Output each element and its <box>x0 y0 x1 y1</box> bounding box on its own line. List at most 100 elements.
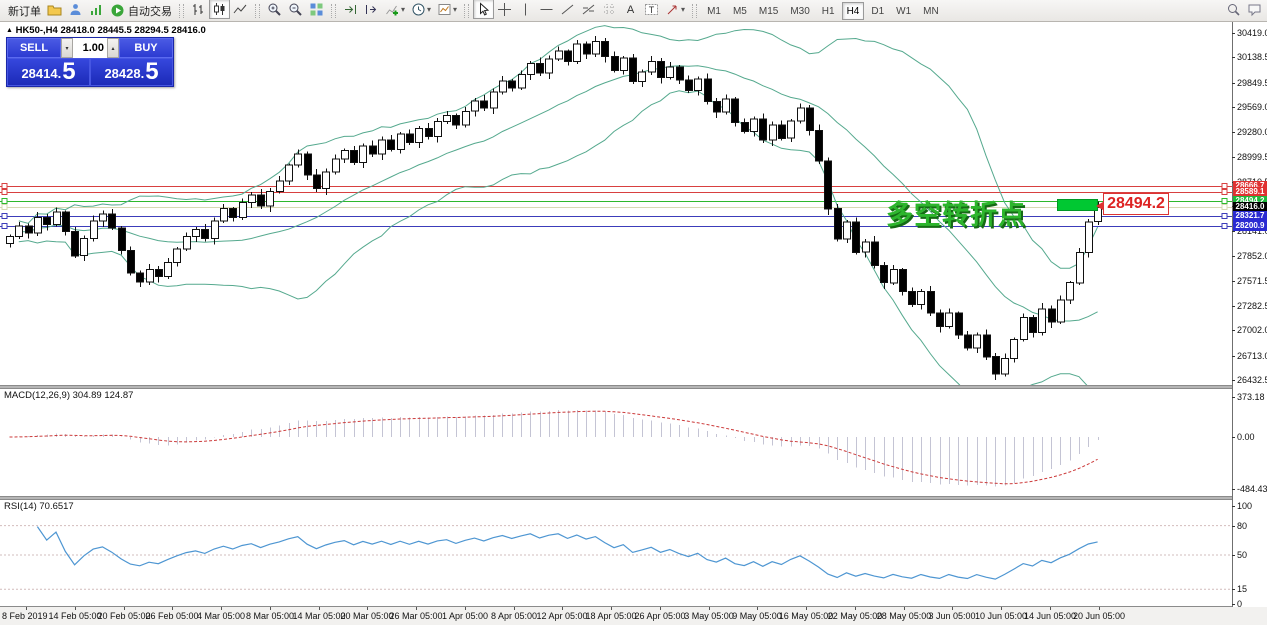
bar-chart-icon[interactable] <box>188 0 209 19</box>
date-tick <box>806 607 807 610</box>
scroll-group <box>340 0 382 22</box>
crosshair-icon[interactable] <box>494 0 515 19</box>
date-tick <box>1050 607 1051 610</box>
volume-decrease-button[interactable]: ▾ <box>61 38 73 58</box>
rsi-tick: 80 <box>1237 521 1247 531</box>
text-icon[interactable]: A <box>620 0 641 19</box>
templates-icon[interactable]: ▾ <box>434 0 460 19</box>
line-chart-icon[interactable] <box>230 0 251 19</box>
price-tick: 30419.0 <box>1237 28 1267 38</box>
date-label: 14 Feb 05:00 <box>48 611 101 621</box>
chat-icon[interactable] <box>1244 0 1265 19</box>
date-tick <box>660 607 661 610</box>
price-tick: 26713.0 <box>1237 351 1267 361</box>
sell-button[interactable]: SELL <box>7 38 61 58</box>
price-tick: 29569.0 <box>1237 102 1267 112</box>
date-label: 14 Mar 05:00 <box>292 611 345 621</box>
macd-panel[interactable] <box>0 389 1232 497</box>
symbol-ohlc: 28418.0 28445.5 28294.5 28416.0 <box>60 25 205 36</box>
rsi-panel[interactable] <box>0 500 1232 606</box>
price-tag: 28321.7 <box>1233 211 1267 221</box>
date-tick <box>367 607 368 610</box>
macd-tick: 373.18 <box>1237 392 1265 402</box>
timeframe-W1[interactable]: W1 <box>891 2 916 20</box>
tile-windows-icon[interactable] <box>306 0 327 19</box>
macd-signal-line <box>10 411 1098 484</box>
timeframe-M5[interactable]: M5 <box>728 2 752 20</box>
grid-icon[interactable] <box>599 0 620 19</box>
price-tick: 29280.0 <box>1237 127 1267 137</box>
label-icon[interactable]: T <box>641 0 662 19</box>
timeframe-M1[interactable]: M1 <box>702 2 726 20</box>
main-chart[interactable] <box>0 22 1232 386</box>
date-tick <box>952 607 953 610</box>
date-tick <box>1099 607 1100 610</box>
cursor-icon[interactable] <box>473 0 494 19</box>
horizontal-line-icon[interactable] <box>536 0 557 19</box>
price-tick: 27002.0 <box>1237 325 1267 335</box>
annotation-highlight-rect[interactable] <box>1057 199 1098 211</box>
rsi-canvas <box>0 500 1232 606</box>
one-click-trading-panel: SELL ▾ ▴ BUY 28414.5 28428.5 <box>6 37 174 87</box>
volume-increase-button[interactable]: ▴ <box>107 38 119 58</box>
indicators-icon[interactable]: ▾ <box>382 0 408 19</box>
macd-histogram <box>11 410 1099 487</box>
timeframe-D1[interactable]: D1 <box>866 2 889 20</box>
autotrading-icon <box>110 3 125 18</box>
fibonacci-icon[interactable] <box>578 0 599 19</box>
macd-label: MACD(12,26,9) 304.89 124.87 <box>4 390 133 401</box>
annotation-text[interactable]: 多空转折点 <box>886 193 1026 232</box>
price-tick: 27852.0 <box>1237 251 1267 261</box>
candlestick-icon[interactable] <box>209 0 230 19</box>
buy-price[interactable]: 28428.5 <box>90 58 173 86</box>
date-label: 4 Mar 05:00 <box>197 611 245 621</box>
date-tick <box>75 607 76 610</box>
rsi-tick: 15 <box>1237 584 1247 594</box>
chart-shift-icon[interactable] <box>361 0 382 19</box>
date-tick <box>465 607 466 610</box>
zoom-in-icon[interactable] <box>264 0 285 19</box>
bollinger-band <box>19 91 1098 386</box>
symbol-header: ▲ HK50-,H4 28418.0 28445.5 28294.5 28416… <box>6 25 206 36</box>
zoom-out-icon[interactable] <box>285 0 306 19</box>
expand-marker-icon[interactable]: ▲ <box>6 27 13 34</box>
autotrading-button[interactable]: 自动交易 <box>107 1 175 21</box>
date-tick <box>1001 607 1002 610</box>
mt4-terminal: 新订单 自动交易 ▾▾▾ AT▾ M1M5M15M30H1H4D1W1MN ▲ … <box>0 0 1267 625</box>
signals-icon[interactable] <box>86 0 107 19</box>
timeframe-H4[interactable]: H4 <box>842 2 865 20</box>
sell-price-main: 28414. <box>21 65 61 83</box>
date-tick <box>221 607 222 610</box>
price-lines <box>0 184 1232 229</box>
chart-type-group <box>188 0 251 22</box>
date-tick <box>709 607 710 610</box>
date-label: 28 May 05:00 <box>877 611 932 621</box>
profile-icon[interactable] <box>44 0 65 19</box>
vertical-line-icon[interactable] <box>515 0 536 19</box>
rsi-line <box>37 527 1097 580</box>
sell-price[interactable]: 28414.5 <box>7 58 90 86</box>
time-scale[interactable]: 8 Feb 201914 Feb 05:0020 Feb 05:0026 Feb… <box>0 607 1267 625</box>
date-tick <box>172 607 173 610</box>
sell-price-big-digit: 5 <box>62 61 75 83</box>
periods-icon[interactable]: ▾ <box>408 0 434 19</box>
new-order-button[interactable]: 新订单 <box>2 1 44 21</box>
symbol-name: HK50-,H4 <box>16 25 58 36</box>
timeframe-MN[interactable]: MN <box>918 2 944 20</box>
timeframe-M30[interactable]: M30 <box>785 2 814 20</box>
date-tick <box>514 607 515 610</box>
auto-scroll-icon[interactable] <box>340 0 361 19</box>
timeframe-M15[interactable]: M15 <box>754 2 783 20</box>
price-tick: 28999.5 <box>1237 152 1267 162</box>
date-label: 10 Jun 05:00 <box>975 611 1027 621</box>
trend-line-icon[interactable] <box>557 0 578 19</box>
search-icon[interactable] <box>1223 0 1244 19</box>
volume-input[interactable] <box>73 38 107 58</box>
price-tick: 27571.5 <box>1237 276 1267 286</box>
experts-icon[interactable] <box>65 0 86 19</box>
date-label: 20 Jun 05:00 <box>1073 611 1125 621</box>
annotation-price-callout[interactable]: 28494.2 <box>1103 193 1169 215</box>
shapes-icon[interactable]: ▾ <box>662 0 688 19</box>
buy-button[interactable]: BUY <box>119 38 173 58</box>
timeframe-H1[interactable]: H1 <box>817 2 840 20</box>
